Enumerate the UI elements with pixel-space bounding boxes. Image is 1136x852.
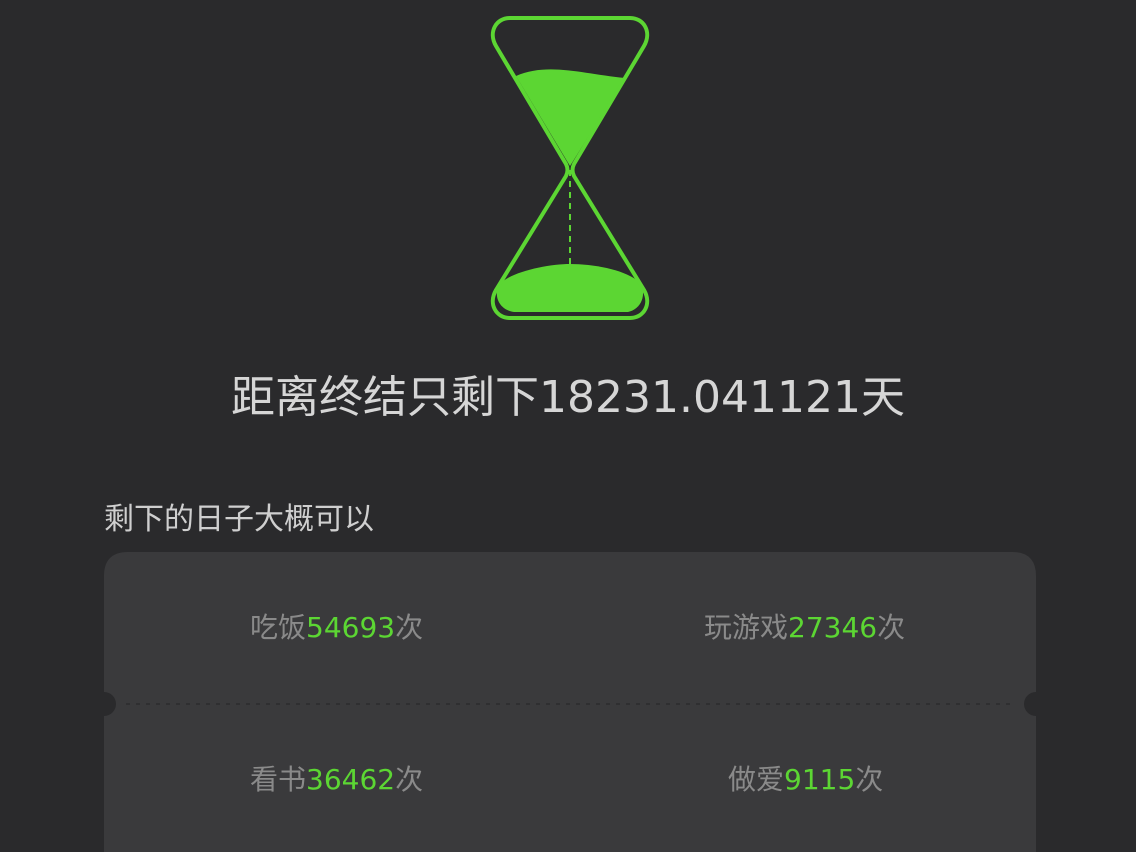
stat-game: 玩游戏27346次 <box>704 608 905 648</box>
stat-unit: 次 <box>395 763 424 796</box>
stats-card-shape <box>104 552 1036 852</box>
countdown-prefix: 距离终结只剩下 <box>231 372 540 423</box>
stat-label: 做爱 <box>728 763 785 796</box>
stats-card <box>104 552 1036 852</box>
stat-label: 玩游戏 <box>704 611 789 644</box>
stat-label: 吃饭 <box>250 611 307 644</box>
stat-value: 9115 <box>784 763 856 796</box>
stat-label: 看书 <box>250 763 307 796</box>
stat-love: 做爱9115次 <box>728 760 883 800</box>
stat-value: 27346 <box>788 611 878 644</box>
stat-unit: 次 <box>855 763 884 796</box>
hourglass-bottom-sand <box>496 264 644 312</box>
countdown-suffix: 天 <box>860 372 905 423</box>
stat-unit: 次 <box>877 611 906 644</box>
stat-unit: 次 <box>395 611 424 644</box>
countdown-headline: 距离终结只剩下18231.041121天 <box>0 368 1136 428</box>
section-title: 剩下的日子大概可以 <box>104 502 374 537</box>
stat-eat: 吃饭54693次 <box>250 608 423 648</box>
hourglass-top-sand <box>516 69 625 166</box>
countdown-value: 18231.041121 <box>539 372 861 423</box>
stat-value: 36462 <box>306 763 396 796</box>
stat-read: 看书36462次 <box>250 760 423 800</box>
stat-value: 54693 <box>306 611 396 644</box>
hourglass-icon <box>490 16 650 320</box>
app-screen: 距离终结只剩下18231.041121天 剩下的日子大概可以 吃饭54693次 … <box>0 0 1136 852</box>
